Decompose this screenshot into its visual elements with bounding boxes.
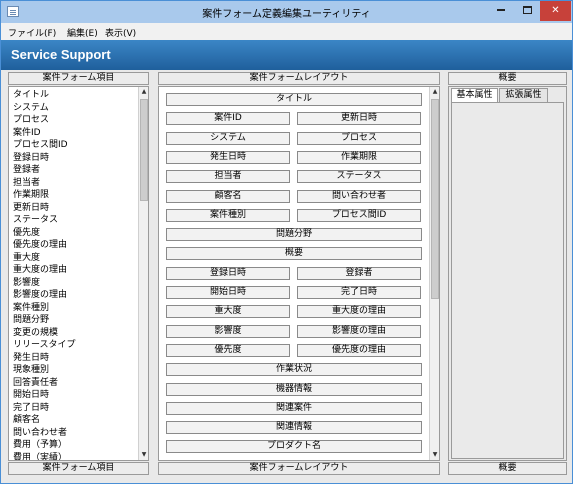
layout-field-button[interactable]: 顧客名 [166,189,290,203]
layout-field-button[interactable]: ステータス [297,170,421,184]
list-item[interactable]: 優先度の理由 [13,239,67,251]
right-panel-header: 概要 [448,72,567,85]
list-item[interactable]: プロセス [13,114,49,126]
right-panel-footer[interactable]: 概要 [448,462,567,475]
banner-title: Service Support [11,47,111,62]
list-item[interactable]: 開始日時 [13,389,49,401]
maximize-button[interactable] [514,1,540,21]
list-item[interactable]: 登録日時 [13,152,49,164]
scroll-down-arrow-icon[interactable]: ▼ [430,450,439,460]
layout-field-button[interactable]: 作業期限 [297,150,421,164]
list-item[interactable]: 重大度の理由 [13,264,67,276]
header-banner: Service Support [1,40,572,70]
list-item[interactable]: リリースタイプ [13,339,76,351]
minimize-icon [497,9,505,11]
list-item[interactable]: システム [13,102,49,114]
list-item[interactable]: 費用（実績） [13,452,67,461]
layout-field-button[interactable]: 作業状況 [166,363,422,377]
middle-panel-header: 案件フォームレイアウト [158,72,440,85]
layout-field-button[interactable]: タイトル [166,93,422,106]
layout-field-button[interactable]: 影響度 [166,324,290,338]
layout-area[interactable]: ▲ ▼ タイトル案件ID 更新日時 システム プロセス 発生日時 作業期限 担当者 ステータス… [158,86,440,461]
list-item[interactable]: 案件ID [13,127,41,139]
layout-field-button[interactable]: 優先度の理由 [297,343,421,357]
layout-field-button[interactable]: 案件種別 [166,208,290,222]
middle-panel-footer[interactable]: 案件フォームレイアウト [158,462,440,475]
layout-field-button[interactable]: 問題分野 [166,228,422,242]
list-item[interactable]: 影響度の理由 [13,289,67,301]
list-item[interactable]: 完了日時 [13,402,49,414]
layout-field-button[interactable]: 完了日時 [297,286,421,299]
list-item[interactable]: 更新日時 [13,202,49,214]
left-scrollbar[interactable]: ▲ ▼ [138,87,148,460]
list-item[interactable]: ステータス [13,214,58,226]
menu-view[interactable]: 表示(V) [105,26,136,39]
left-panel-footer[interactable]: 案件フォーム項目 [8,462,149,475]
list-item[interactable]: 回答責任者 [13,377,58,389]
list-item[interactable]: タイトル [13,89,49,101]
window-title: 案件フォーム定義編集ユーティリティ [202,9,371,20]
layout-field-button[interactable]: プロセス [297,131,421,145]
list-item[interactable]: プロセス間ID [13,139,68,151]
layout-field-button[interactable]: 概要 [166,247,422,261]
list-item[interactable]: 作業期限 [13,189,49,201]
layout-field-button[interactable]: 更新日時 [297,112,421,126]
list-item[interactable]: 現象種別 [13,364,49,376]
list-item[interactable]: 登録者 [13,164,40,176]
layout-field-button[interactable]: プロダクト名 [166,440,422,454]
list-item[interactable]: 案件種別 [13,302,49,314]
layout-field-button[interactable]: システム [166,131,290,145]
list-item[interactable]: 影響度 [13,277,40,289]
field-list[interactable]: ▲ ▼ タイトル システム プロセス 案件ID プロセス間ID 登録日時 登録者 担当者 作業期… [8,86,149,461]
minimize-button[interactable] [488,1,514,21]
list-item[interactable]: 問い合わせ者 [13,427,67,439]
layout-field-button[interactable]: 関連案件 [166,401,422,415]
left-scroll-thumb[interactable] [140,99,148,201]
layout-field-button[interactable]: 影響度の理由 [297,324,421,338]
menu-bar: ファイル(F) 編集(E) 表示(V) [1,23,572,40]
close-icon: ✕ [551,5,560,16]
middle-scroll-thumb[interactable] [431,99,439,299]
layout-field-button[interactable]: 登録日時 [166,266,290,280]
app-window: 案件フォーム定義編集ユーティリティ ✕ ファイル(F) 編集(E) 表示(V) … [0,0,573,484]
list-item[interactable]: 優先度 [13,227,40,239]
list-item[interactable]: 費用（予算） [13,439,67,451]
list-item[interactable]: 発生日時 [13,352,49,364]
scroll-up-arrow-icon[interactable]: ▲ [139,87,148,97]
layout-field-button[interactable]: 重大度 [166,305,290,319]
layout-field-button[interactable]: プロセス間ID [297,208,421,222]
layout-field-button[interactable]: 機器情報 [166,382,422,396]
properties-panel: 基本属性 拡張属性 [448,86,567,461]
list-item[interactable]: 問題分野 [13,314,49,326]
list-item[interactable]: 変更の規模 [13,327,58,339]
tab-basic-attributes[interactable]: 基本属性 [451,88,498,102]
list-item[interactable]: 重大度 [13,252,40,264]
layout-field-button[interactable]: 開始日時 [166,286,290,299]
layout-field-button[interactable]: 担当者 [166,170,290,184]
layout-field-button[interactable]: 案件ID [166,112,290,126]
layout-field-button[interactable]: 関連情報 [166,421,422,435]
menu-edit[interactable]: 編集(E) [67,26,98,39]
maximize-icon [522,6,532,14]
close-button[interactable]: ✕ [540,1,571,21]
tab-extended-attributes[interactable]: 拡張属性 [499,88,548,102]
layout-field-button[interactable]: 優先度 [166,343,290,357]
layout-field-button[interactable]: 重大度の理由 [297,305,421,319]
list-item[interactable]: 顧客名 [13,414,40,426]
layout-field-button[interactable]: 発生日時 [166,150,290,164]
layout-field-button[interactable]: 登録者 [297,266,421,280]
title-bar[interactable]: 案件フォーム定義編集ユーティリティ ✕ [1,1,572,23]
tab-content [451,102,564,459]
scroll-up-arrow-icon[interactable]: ▲ [430,87,439,97]
layout-field-button[interactable]: 問い合わせ者 [297,189,421,203]
scroll-down-arrow-icon[interactable]: ▼ [139,450,148,460]
left-panel-header: 案件フォーム項目 [8,72,149,85]
list-item[interactable]: 担当者 [13,177,40,189]
menu-file[interactable]: ファイル(F) [8,26,56,39]
middle-scrollbar[interactable]: ▲ ▼ [429,87,439,460]
